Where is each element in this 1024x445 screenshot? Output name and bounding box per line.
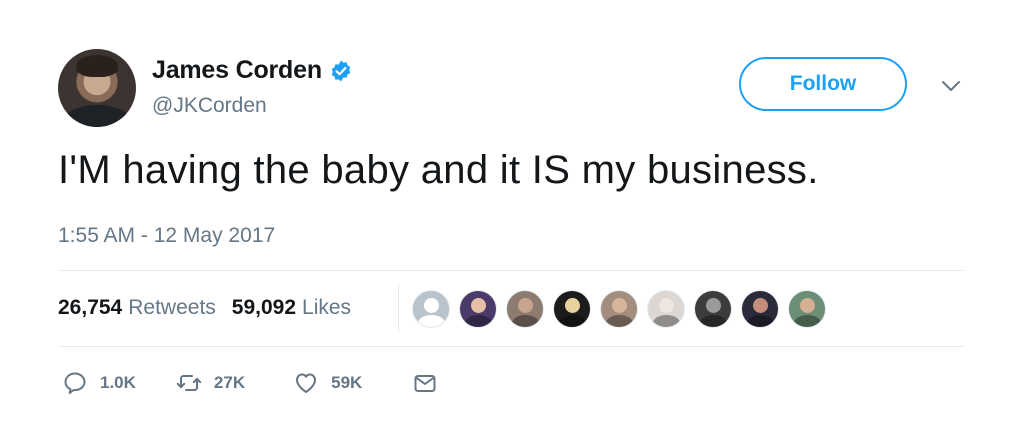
- liker-shoulders: [653, 315, 680, 327]
- avatar-hair: [76, 55, 118, 77]
- retweet-count[interactable]: 26,754: [58, 296, 122, 320]
- liker-head: [659, 298, 674, 313]
- mail-icon: [414, 375, 436, 392]
- liker-head: [424, 298, 439, 313]
- engagement-stats: 26,754 Retweets 59,092 Likes: [58, 296, 351, 320]
- follow-button[interactable]: Follow: [739, 57, 907, 111]
- default-avatar-icon[interactable]: [412, 290, 450, 328]
- divider-bottom: [58, 346, 964, 347]
- direct-message-button[interactable]: [412, 370, 438, 396]
- like-count[interactable]: 59,092: [232, 296, 296, 320]
- like-action-count: 59K: [331, 373, 363, 392]
- reply-count: 1.0K: [100, 373, 136, 392]
- reply-icon: [64, 372, 86, 394]
- liker-shoulders: [794, 315, 821, 327]
- verified-badge-icon: [331, 60, 351, 81]
- like-label[interactable]: Likes: [302, 296, 351, 320]
- user-handle[interactable]: @JKCorden: [152, 94, 267, 118]
- liker-head: [612, 298, 627, 313]
- liker-avatars: [412, 290, 835, 328]
- tweet-timestamp[interactable]: 1:55 AM - 12 May 2017: [58, 224, 275, 248]
- liker-shoulders: [465, 315, 492, 327]
- liker-head: [800, 298, 815, 313]
- liker-shoulders: [606, 315, 633, 327]
- avatar-blonde-icon[interactable]: [553, 290, 591, 328]
- retweet-action-count: 27K: [213, 373, 246, 392]
- user-name[interactable]: James Corden: [152, 56, 322, 85]
- liker-head: [518, 298, 533, 313]
- chevron-down-icon[interactable]: [940, 78, 962, 94]
- liker-shoulders: [559, 315, 586, 327]
- liker-shoulders: [418, 315, 445, 327]
- liker-head: [753, 298, 768, 313]
- avatar-shoulders: [64, 105, 130, 127]
- like-button[interactable]: 59K: [293, 370, 362, 396]
- avatar-woman-icon[interactable]: [506, 290, 544, 328]
- liker-head: [471, 298, 486, 313]
- avatar-bw-icon[interactable]: [694, 290, 732, 328]
- divider-top: [58, 270, 964, 271]
- user-name-row: James Corden: [152, 56, 353, 85]
- liker-shoulders: [747, 315, 774, 327]
- avatar-couple-icon[interactable]: [600, 290, 638, 328]
- retweet-icon: [176, 375, 202, 391]
- avatar-pair-icon[interactable]: [788, 290, 826, 328]
- reply-button[interactable]: 1.0K: [62, 370, 136, 396]
- retweet-button[interactable]: 27K: [176, 370, 245, 396]
- stats-separator: [398, 284, 399, 332]
- liker-shoulders: [512, 315, 539, 327]
- liker-head: [706, 298, 721, 313]
- avatar-group-icon[interactable]: [741, 290, 779, 328]
- retweet-label[interactable]: Retweets: [128, 296, 216, 320]
- avatar-man-icon[interactable]: [459, 290, 497, 328]
- tweet-text: I'M having the baby and it IS my busines…: [58, 148, 819, 192]
- heart-icon: [296, 373, 317, 393]
- tweet-actions: 1.0K 27K 59K: [62, 370, 438, 396]
- avatar-woman-light-icon[interactable]: [647, 290, 685, 328]
- liker-head: [565, 298, 580, 313]
- liker-shoulders: [700, 315, 727, 327]
- avatar[interactable]: [58, 49, 136, 127]
